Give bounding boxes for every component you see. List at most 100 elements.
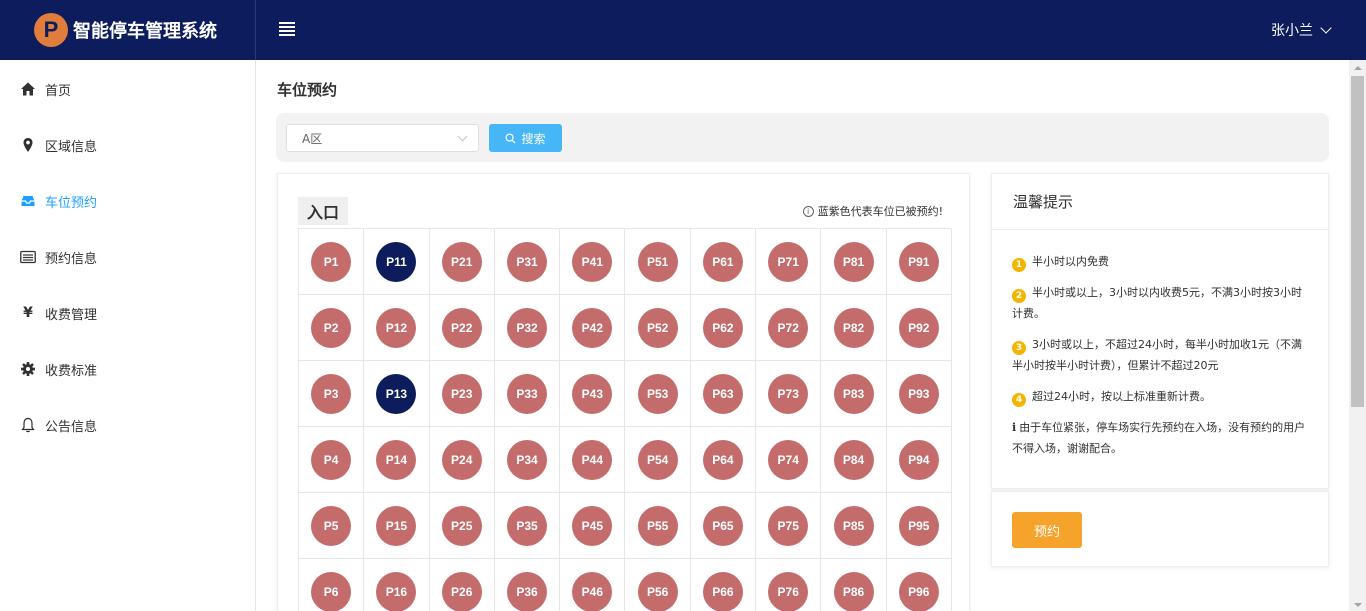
parking-spot-p32[interactable]: P32 [507,307,548,348]
parking-spot-p23[interactable]: P23 [441,373,482,414]
parking-spot-p56[interactable]: P56 [637,571,678,611]
inbox-icon [20,193,36,209]
search-button[interactable]: 搜索 [489,124,562,152]
brand[interactable]: P 智能停车管理系统 [0,0,256,60]
parking-spot-p94[interactable]: P94 [898,439,939,480]
user-name: 张小兰 [1271,23,1313,39]
parking-spot-p33[interactable]: P33 [507,373,548,414]
parking-spot-p45[interactable]: P45 [572,505,613,546]
tip-text: 半小时或以上，3小时以内收费5元，不满3小时按3小时计费。 [1012,286,1302,320]
parking-spot-p72[interactable]: P72 [768,307,809,348]
parking-spot-p41[interactable]: P41 [572,241,613,282]
parking-cell: P42 [560,295,626,361]
parking-spot-p21[interactable]: P21 [441,241,482,282]
parking-cell: P44 [560,427,626,493]
parking-spot-p24[interactable]: P24 [441,439,482,480]
parking-spot-p76[interactable]: P76 [768,571,809,611]
sidebar-item-label: 收费管理 [45,307,98,323]
parking-spot-p35[interactable]: P35 [507,505,548,546]
parking-spot-p34[interactable]: P34 [507,439,548,480]
tip-text: 超过24小时，按以上标准重新计费。 [1032,390,1211,403]
area-select[interactable]: A区 [286,124,479,152]
parking-spot-p46[interactable]: P46 [572,571,613,611]
parking-spot-p73[interactable]: P73 [768,373,809,414]
parking-cell: P43 [560,361,626,427]
parking-spot-p15[interactable]: P15 [376,505,417,546]
parking-spot-p61[interactable]: P61 [702,241,743,282]
tip-item: 3 3小时或以上，不超过24小时，每半小时加收1元（不满半小时按半小时计费），但累… [1012,334,1308,376]
parking-spot-p16[interactable]: P16 [376,571,417,611]
parking-spot-p55[interactable]: P55 [637,505,678,546]
sidebar-item-reservation[interactable]: 车位预约 [0,173,255,229]
parking-cell: P72 [756,295,822,361]
parking-spot-p52[interactable]: P52 [637,307,678,348]
parking-spot-p36[interactable]: P36 [507,571,548,611]
parking-spot-p81[interactable]: P81 [833,241,874,282]
parking-spot-p6[interactable]: P6 [311,571,352,611]
parking-spot-p82[interactable]: P82 [833,307,874,348]
menu-toggle-icon[interactable] [279,22,295,36]
parking-spot-p64[interactable]: P64 [702,439,743,480]
parking-cell: P85 [821,493,887,559]
parking-spot-p75[interactable]: P75 [768,505,809,546]
parking-spot-p11[interactable]: P11 [376,241,417,282]
scroll-thumb[interactable] [1351,76,1364,407]
parking-cell: P15 [364,493,430,559]
parking-spot-p54[interactable]: P54 [637,439,678,480]
parking-spot-p63[interactable]: P63 [702,373,743,414]
parking-spot-p43[interactable]: P43 [572,373,613,414]
parking-spot-p84[interactable]: P84 [833,439,874,480]
parking-spot-p91[interactable]: P91 [898,241,939,282]
sidebar-item-booking-info[interactable]: 预约信息 [0,229,255,285]
parking-spot-p96[interactable]: P96 [898,571,939,611]
parking-cell: P64 [690,427,757,493]
parking-spot-p4[interactable]: P4 [311,439,352,480]
sidebar-item-fees[interactable]: ¥ 收费管理 [0,285,255,341]
parking-spot-p44[interactable]: P44 [572,439,613,480]
parking-spot-p3[interactable]: P3 [311,373,352,414]
scroll-up-arrow-icon[interactable] [1354,66,1362,70]
parking-spot-p51[interactable]: P51 [637,241,678,282]
scroll-down-arrow-icon[interactable] [1354,603,1362,607]
parking-cell: P82 [821,295,887,361]
tip-number-badge: 1 [1012,258,1026,272]
parking-spot-p25[interactable]: P25 [441,505,482,546]
parking-spot-p74[interactable]: P74 [768,439,809,480]
vertical-scrollbar[interactable] [1349,60,1366,611]
parking-spot-p2[interactable]: P2 [311,307,352,348]
sidebar-item-announcements[interactable]: 公告信息 [0,397,255,453]
parking-spot-p86[interactable]: P86 [833,571,874,611]
parking-spot-p95[interactable]: P95 [898,505,939,546]
parking-cell: P53 [625,361,691,427]
reserve-button[interactable]: 预约 [1012,512,1082,548]
parking-spot-p71[interactable]: P71 [768,241,809,282]
parking-cell: P96 [887,559,952,611]
parking-spot-p1[interactable]: P1 [311,241,352,282]
parking-cell: P76 [756,559,822,611]
parking-spot-p92[interactable]: P92 [898,307,939,348]
parking-cell: P21 [429,229,495,295]
parking-spot-p5[interactable]: P5 [311,505,352,546]
parking-spot-p62[interactable]: P62 [702,307,743,348]
parking-cell: P86 [821,559,887,611]
location-pin-icon [20,137,36,153]
parking-spot-p31[interactable]: P31 [507,241,548,282]
parking-spot-p26[interactable]: P26 [441,571,482,611]
parking-spot-p22[interactable]: P22 [441,307,482,348]
user-menu[interactable]: 张小兰 [1271,20,1332,40]
parking-spot-p14[interactable]: P14 [376,439,417,480]
parking-cell: P26 [430,559,495,611]
parking-spot-p65[interactable]: P65 [702,505,743,546]
parking-spot-p42[interactable]: P42 [572,307,613,348]
parking-spot-p93[interactable]: P93 [898,373,939,414]
parking-spot-p66[interactable]: P66 [702,571,743,611]
parking-spot-p13[interactable]: P13 [376,373,417,414]
parking-spot-p53[interactable]: P53 [637,373,678,414]
sidebar-item-area[interactable]: 区域信息 [0,117,255,173]
parking-cell: P11 [364,229,430,295]
parking-spot-p12[interactable]: P12 [376,307,417,348]
sidebar-item-fee-standard[interactable]: 收费标准 [0,341,255,397]
sidebar-item-home[interactable]: 首页 [0,61,255,117]
parking-spot-p85[interactable]: P85 [833,505,874,546]
parking-spot-p83[interactable]: P83 [833,373,874,414]
